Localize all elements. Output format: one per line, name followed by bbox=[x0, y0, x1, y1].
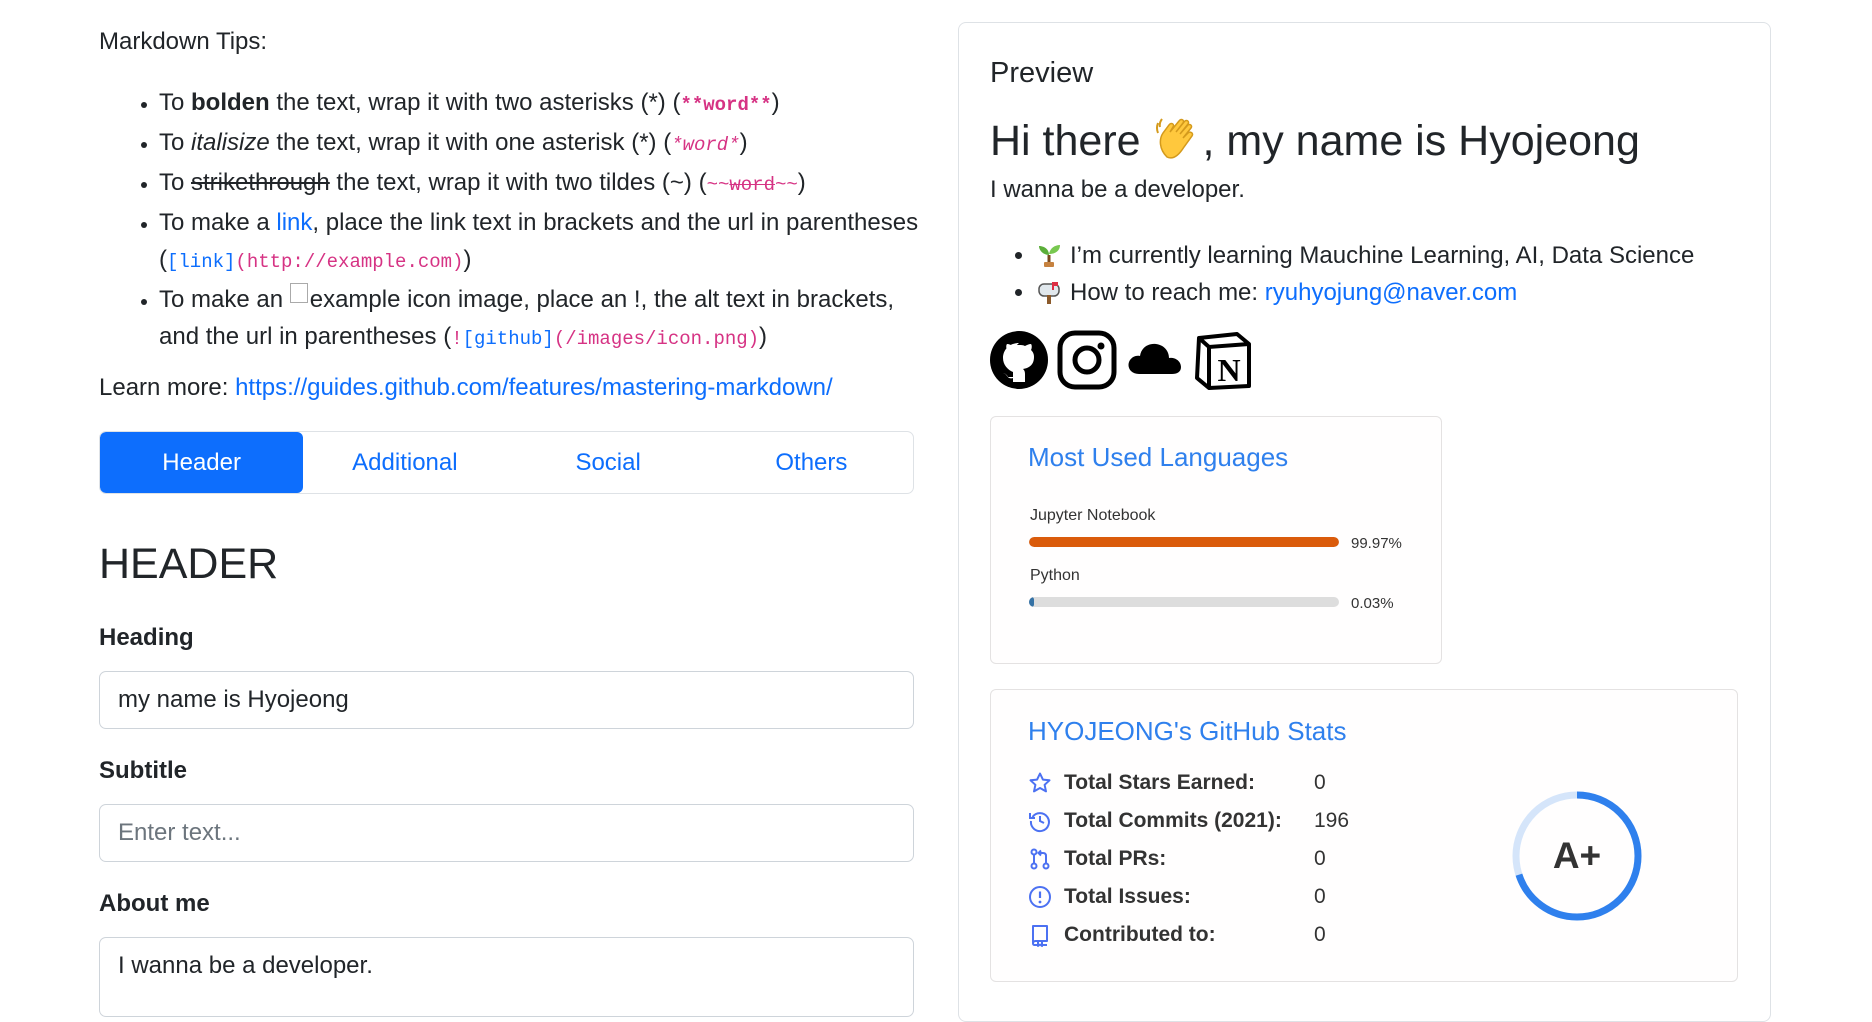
learn-more: Learn more: https://guides.github.com/fe… bbox=[99, 374, 833, 401]
about-textarea[interactable] bbox=[99, 937, 914, 1017]
preview-heading: Hi there , my name is Hyojeong bbox=[990, 113, 1640, 166]
list-item: I’m currently learning Mauchine Learning… bbox=[1036, 237, 1694, 274]
lang-bar bbox=[1029, 597, 1339, 607]
tab-additional[interactable]: Additional bbox=[303, 432, 506, 493]
about-label: About me bbox=[99, 890, 210, 917]
subtitle-label: Subtitle bbox=[99, 757, 187, 784]
tab-others[interactable]: Others bbox=[710, 432, 913, 493]
preview-about-list: I’m currently learning Mauchine Learning… bbox=[990, 237, 1694, 311]
tip-bold: To bolden the text, wrap it with two ast… bbox=[159, 84, 919, 124]
tab-social[interactable]: Social bbox=[507, 432, 710, 493]
issue-icon bbox=[1029, 886, 1051, 908]
star-icon bbox=[1029, 772, 1051, 793]
mailbox-icon bbox=[1038, 282, 1060, 304]
repo-icon bbox=[1032, 925, 1048, 947]
heading-input[interactable] bbox=[99, 671, 914, 729]
lang-bar bbox=[1029, 537, 1339, 547]
broken-image-icon bbox=[289, 283, 308, 303]
svg-text:N: N bbox=[1217, 352, 1240, 388]
stat-row: Total PRs: 0 bbox=[1028, 844, 1326, 874]
list-item: How to reach me: ryuhyojung@naver.com bbox=[1036, 274, 1694, 311]
section-tabs: Header Additional Social Others bbox=[99, 431, 914, 494]
seedling-icon bbox=[1039, 245, 1060, 267]
section-title: HEADER bbox=[99, 540, 279, 588]
tab-header[interactable]: Header bbox=[100, 432, 304, 493]
github-stats-card: HYOJEONG's GitHub Stats Total Stars Earn… bbox=[990, 689, 1738, 982]
languages-card: Most Used Languages Jupyter Notebook 99.… bbox=[990, 416, 1442, 664]
example-image-alt: example icon bbox=[309, 286, 452, 313]
rank-ring: A+ bbox=[1510, 789, 1644, 923]
example-link[interactable]: link bbox=[276, 209, 312, 236]
instagram-icon[interactable] bbox=[1057, 330, 1117, 390]
lang-name: Jupyter Notebook bbox=[1030, 507, 1156, 524]
lang-percent: 99.97% bbox=[1351, 535, 1402, 552]
stat-row: Total Stars Earned: 0 bbox=[1028, 768, 1326, 798]
rank-grade: A+ bbox=[1552, 835, 1602, 876]
stat-row: Total Commits (2021): 196 bbox=[1028, 806, 1349, 836]
preview-subtitle: I wanna be a developer. bbox=[990, 176, 1245, 203]
languages-card-title: Most Used Languages bbox=[1028, 442, 1289, 472]
subtitle-input[interactable] bbox=[99, 804, 914, 862]
notion-icon[interactable]: N bbox=[1193, 330, 1253, 390]
github-icon[interactable] bbox=[989, 330, 1049, 390]
waving-hand-icon bbox=[1155, 118, 1193, 159]
lang-bar-fill bbox=[1029, 597, 1034, 607]
pull-request-icon bbox=[1030, 848, 1050, 870]
learn-more-link[interactable]: https://guides.github.com/features/maste… bbox=[235, 374, 833, 401]
lang-bar-fill bbox=[1029, 537, 1339, 547]
email-link[interactable]: ryuhyojung@naver.com bbox=[1265, 279, 1518, 306]
preview-panel: Preview Hi there , my name is Hyojeong I… bbox=[958, 22, 1771, 1022]
tip-strike: To strikethrough the text, wrap it with … bbox=[159, 164, 919, 204]
cloud-icon[interactable] bbox=[1125, 330, 1185, 390]
lang-percent: 0.03% bbox=[1351, 595, 1394, 612]
tip-italic: To italisize the text, wrap it with one … bbox=[159, 124, 919, 164]
history-icon bbox=[1029, 812, 1050, 833]
lang-name: Python bbox=[1030, 567, 1080, 584]
tips-title: Markdown Tips: bbox=[99, 28, 268, 55]
preview-title: Preview bbox=[990, 57, 1094, 89]
social-icons: N bbox=[989, 330, 1253, 390]
stats-card-title: HYOJEONG's GitHub Stats bbox=[1028, 716, 1347, 746]
tips-list: To bolden the text, wrap it with two ast… bbox=[99, 84, 919, 358]
tip-image: To make an example icon image, place an … bbox=[159, 281, 919, 358]
stat-row: Contributed to: 0 bbox=[1028, 920, 1326, 950]
tip-link: To make a link, place the link text in b… bbox=[159, 204, 919, 281]
heading-label: Heading bbox=[99, 624, 194, 651]
stat-row: Total Issues: 0 bbox=[1028, 882, 1326, 912]
